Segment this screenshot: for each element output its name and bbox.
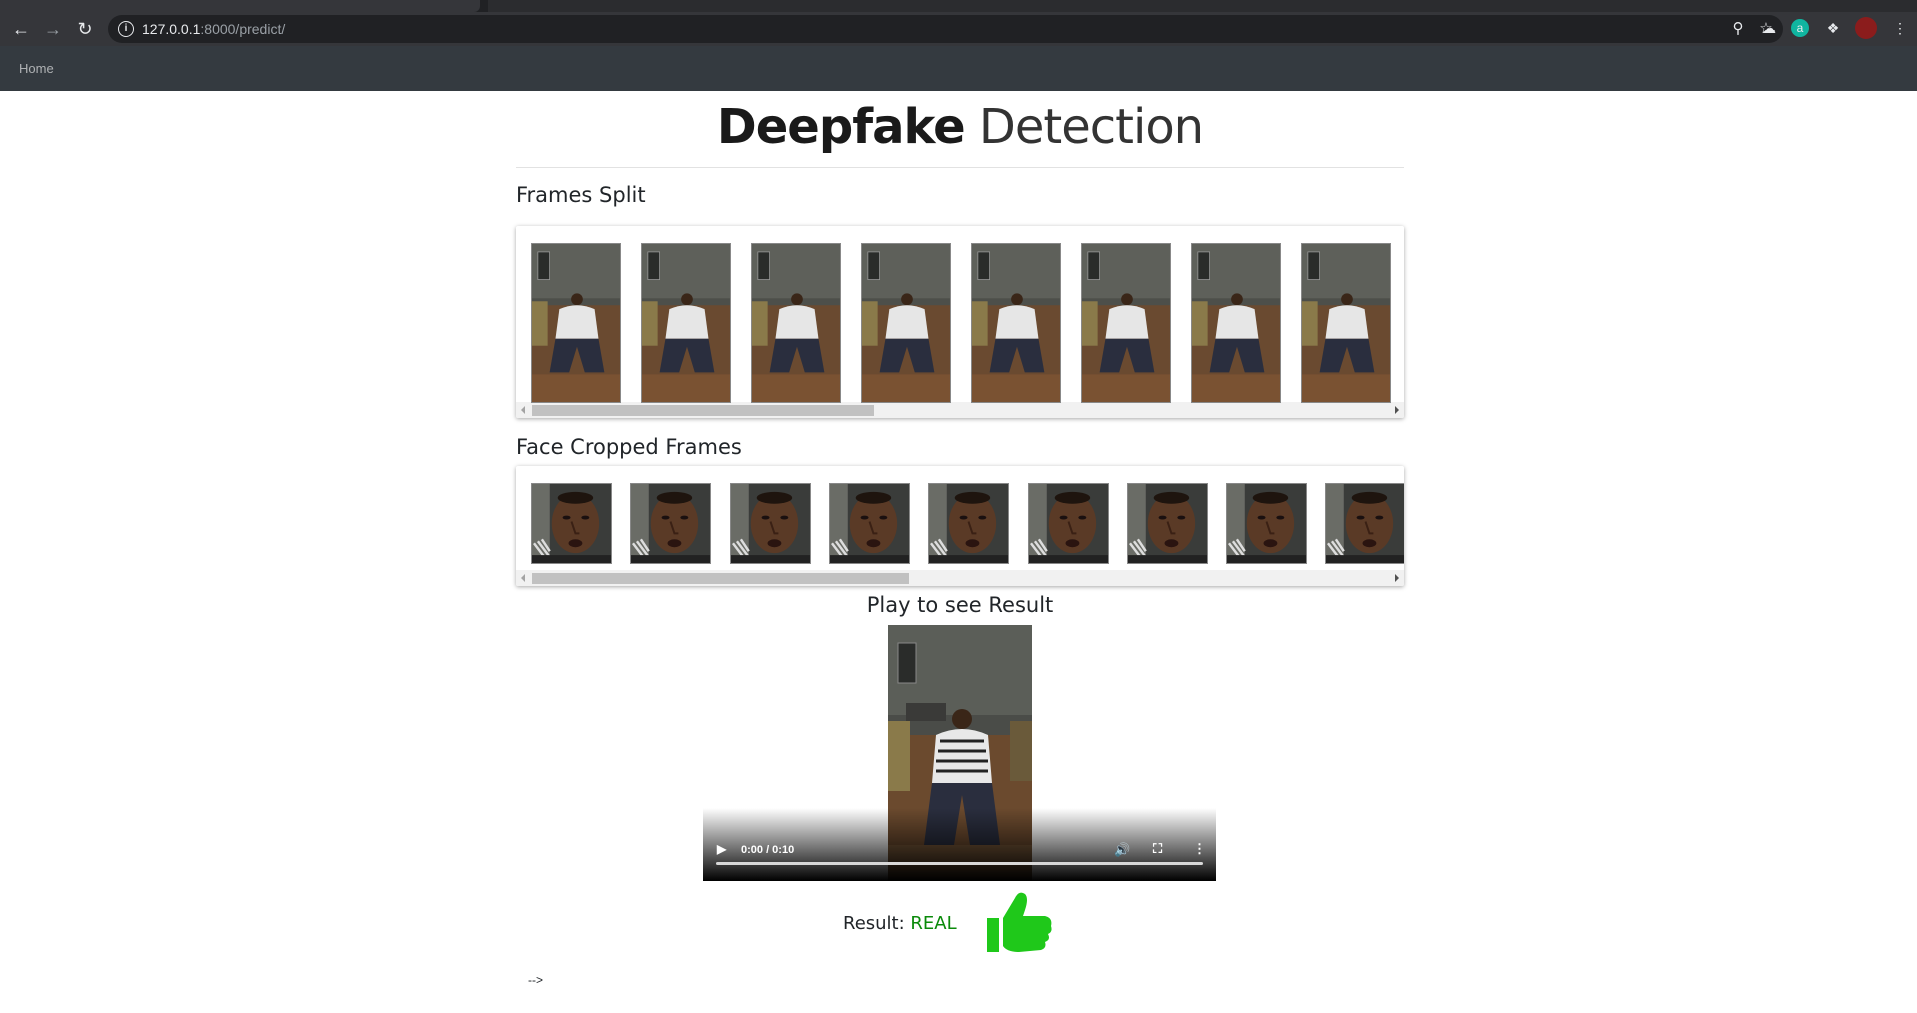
extensions-puzzle-icon[interactable]: ❖: [1822, 17, 1844, 39]
home-link[interactable]: Home: [19, 61, 54, 76]
title-light: Detection: [978, 99, 1204, 155]
browser-tab-active[interactable]: [0, 0, 480, 12]
face-thumbnail: [1325, 483, 1404, 564]
url-text[interactable]: 127.0.0.1:8000/predict/: [142, 21, 285, 37]
page-title: Deepfake Detection: [516, 99, 1404, 155]
frame-thumbnail: [531, 243, 621, 403]
face-thumbnail: [729, 483, 811, 564]
zoom-icon[interactable]: ⚲: [1729, 20, 1747, 38]
face-thumbnail: [531, 483, 612, 564]
menu-kebab-icon[interactable]: ⋮: [1889, 17, 1911, 39]
scroll-left-icon[interactable]: [521, 574, 525, 582]
extension-cloud-icon[interactable]: ☁: [1758, 17, 1780, 39]
face-thumbnail: [1226, 483, 1308, 564]
info-icon[interactable]: i: [118, 21, 134, 37]
site-navbar: Home: [0, 46, 1917, 91]
frame-thumbnail: [971, 243, 1061, 403]
face-thumbnail: [630, 483, 712, 564]
frame-thumbnail: [641, 243, 731, 403]
result-line: Result: REAL: [843, 913, 957, 934]
frames-split-heading: Frames Split: [516, 183, 646, 207]
face-thumbnail: [828, 483, 910, 564]
result-label: Result:: [843, 913, 905, 934]
address-bar[interactable]: i 127.0.0.1:8000/predict/ ⚲ ☆: [108, 15, 1783, 43]
browser-tabstrip: [0, 0, 1917, 12]
browser-toolbar: ← → ↻ i 127.0.0.1:8000/predict/ ⚲ ☆ ☁ a …: [0, 12, 1917, 46]
scroll-left-icon[interactable]: [521, 406, 525, 414]
main-container: Deepfake Detection Frames Split Face Cro…: [516, 91, 1404, 617]
profile-avatar[interactable]: [1855, 17, 1877, 39]
face-thumbnail: [1126, 483, 1208, 564]
more-options-icon[interactable]: ⋮: [1193, 841, 1206, 857]
scrollbar-thumb[interactable]: [532, 405, 874, 416]
play-heading: Play to see Result: [866, 593, 1054, 617]
result-value: REAL: [910, 913, 957, 934]
face-cropped-strip[interactable]: [516, 466, 1404, 586]
video-progress-bar[interactable]: [716, 862, 1203, 865]
forward-icon[interactable]: →: [41, 17, 65, 41]
frame-thumbnail: [751, 243, 841, 403]
video-time: 0:00 / 0:10: [741, 844, 795, 856]
thumbs-up-icon: [987, 892, 1052, 952]
reload-icon[interactable]: ↻: [73, 17, 97, 41]
back-icon[interactable]: ←: [9, 17, 33, 41]
fullscreen-icon[interactable]: ⛶: [1153, 841, 1162, 857]
volume-icon[interactable]: 🔊: [1114, 842, 1130, 858]
scroll-right-icon[interactable]: [1395, 406, 1399, 414]
face-thumbnail: [928, 483, 1010, 564]
frame-thumbnail: [861, 243, 951, 403]
scroll-right-icon[interactable]: [1395, 574, 1399, 582]
trailing-text: -->: [528, 973, 543, 987]
face-thumbnail: [1027, 483, 1109, 564]
frames-split-scrollbar[interactable]: [516, 402, 1404, 418]
video-player[interactable]: ▶ 0:00 / 0:10 🔊 ⛶ ⋮: [703, 625, 1216, 881]
title-divider: [516, 167, 1404, 168]
browser-tab[interactable]: [488, 0, 1917, 12]
play-icon[interactable]: ▶: [717, 842, 726, 856]
frame-thumbnail: [1191, 243, 1281, 403]
face-cropped-scrollbar[interactable]: [516, 570, 1404, 586]
frame-thumbnail: [1301, 243, 1391, 403]
frame-thumbnail: [1081, 243, 1171, 403]
frames-split-strip[interactable]: [516, 226, 1404, 418]
scrollbar-thumb[interactable]: [532, 573, 909, 584]
extension-a-icon[interactable]: a: [1791, 19, 1809, 37]
title-bold: Deepfake: [716, 99, 966, 155]
face-cropped-heading: Face Cropped Frames: [516, 435, 742, 459]
